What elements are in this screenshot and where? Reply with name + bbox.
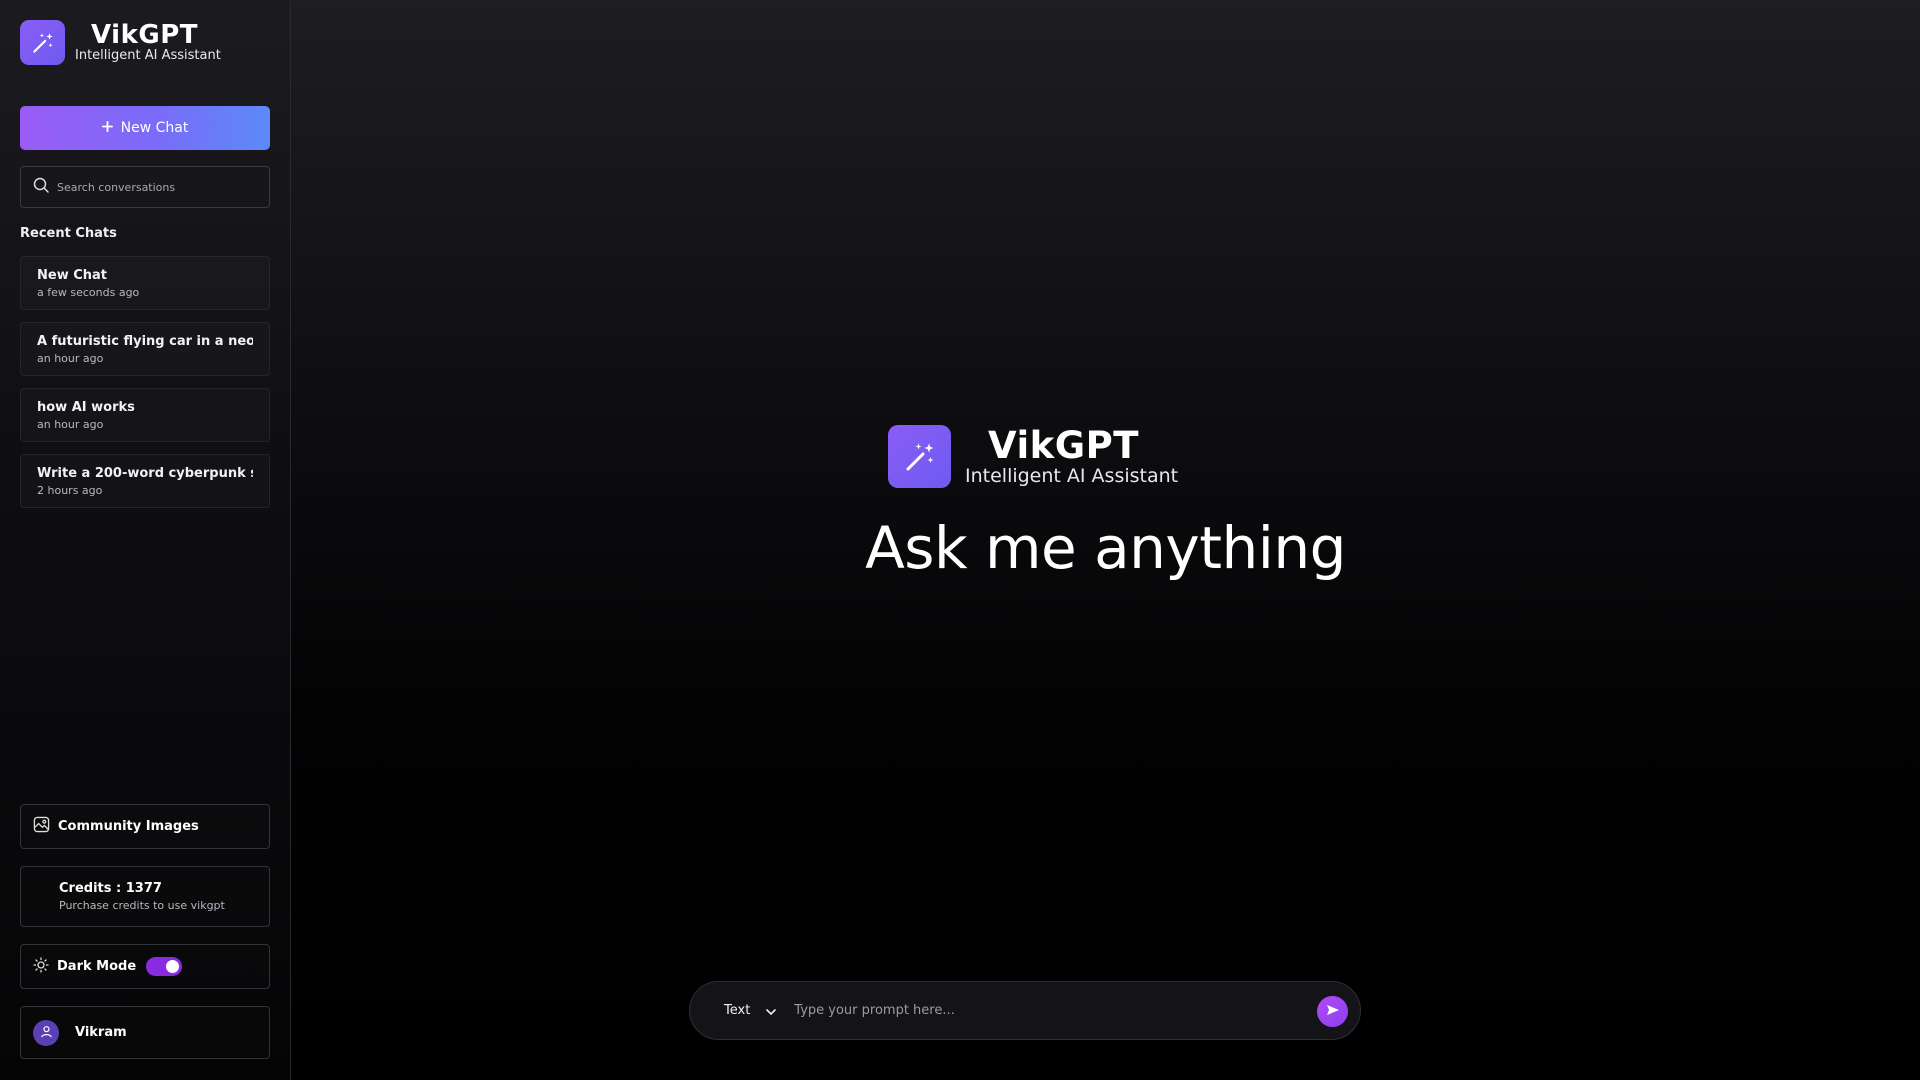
sidebar-brand-title: VikGPT <box>91 19 198 50</box>
toggle-knob <box>166 960 180 973</box>
new-chat-button[interactable]: New Chat <box>20 106 270 150</box>
chevron-down-icon <box>766 1001 777 1020</box>
list-item[interactable]: New Chat a few seconds ago <box>20 256 270 310</box>
mode-select-value: Text <box>724 1003 751 1018</box>
send-button[interactable] <box>1317 996 1348 1027</box>
magic-wand-icon <box>888 425 951 488</box>
sidebar-brand: VikGPT Intelligent AI Assistant <box>20 20 221 65</box>
chat-time: an hour ago <box>37 418 104 431</box>
search-input[interactable] <box>57 180 257 194</box>
user-icon <box>40 1023 53 1042</box>
chat-list: New Chat a few seconds ago A futuristic … <box>20 256 270 520</box>
chat-time: a few seconds ago <box>37 286 140 299</box>
prompt-bar: Text <box>689 981 1361 1040</box>
hero-subtitle: Intelligent AI Assistant <box>965 464 1179 487</box>
search-box <box>20 166 270 208</box>
list-item[interactable]: how AI works an hour ago <box>20 388 270 442</box>
chat-title: A futuristic flying car in a neo <box>37 334 253 349</box>
user-profile-button[interactable]: Vikram <box>20 1006 270 1059</box>
hero-brand: VikGPT Intelligent AI Assistant <box>888 425 1178 488</box>
community-images-label: Community Images <box>58 819 199 834</box>
dark-mode-toggle[interactable] <box>146 957 183 976</box>
dark-mode-row: Dark Mode <box>20 944 270 989</box>
chat-title: how AI works <box>37 400 135 415</box>
dark-mode-label: Dark Mode <box>57 959 137 974</box>
search-icon <box>33 177 49 197</box>
recent-chats-heading: Recent Chats <box>20 226 117 241</box>
hero-question: Ask me anything <box>865 514 1346 582</box>
community-images-button[interactable]: Community Images <box>20 804 270 849</box>
chat-time: 2 hours ago <box>37 484 103 497</box>
credits-subtitle: Purchase credits to use vikgpt <box>59 899 225 912</box>
user-name: Vikram <box>75 1025 127 1040</box>
new-chat-label: New Chat <box>120 120 189 136</box>
avatar <box>33 1019 59 1046</box>
chat-title: New Chat <box>37 268 108 283</box>
sidebar-brand-subtitle: Intelligent AI Assistant <box>75 47 221 63</box>
app-root: VikGPT Intelligent AI Assistant New Chat… <box>0 0 1920 1080</box>
chat-title: Write a 200-word cyberpunk short <box>37 466 253 481</box>
list-item[interactable]: Write a 200-word cyberpunk short 2 hours… <box>20 454 270 508</box>
list-item[interactable]: A futuristic flying car in a neo an hour… <box>20 322 270 376</box>
send-icon <box>1326 1004 1340 1019</box>
credits-card[interactable]: Credits : 1377 Purchase credits to use v… <box>20 866 270 927</box>
credits-count: Credits : 1377 <box>59 881 162 896</box>
mode-select[interactable]: Text <box>724 1001 777 1020</box>
sun-icon <box>33 956 49 977</box>
prompt-input[interactable] <box>794 1003 1295 1018</box>
image-gallery-icon <box>33 816 50 837</box>
sidebar: VikGPT Intelligent AI Assistant New Chat… <box>0 0 291 1080</box>
hero-title: VikGPT <box>988 423 1139 467</box>
main-panel: VikGPT Intelligent AI Assistant Ask me a… <box>291 0 1920 1080</box>
magic-wand-icon <box>20 20 65 65</box>
chat-time: an hour ago <box>37 352 104 365</box>
plus-icon <box>101 120 113 136</box>
